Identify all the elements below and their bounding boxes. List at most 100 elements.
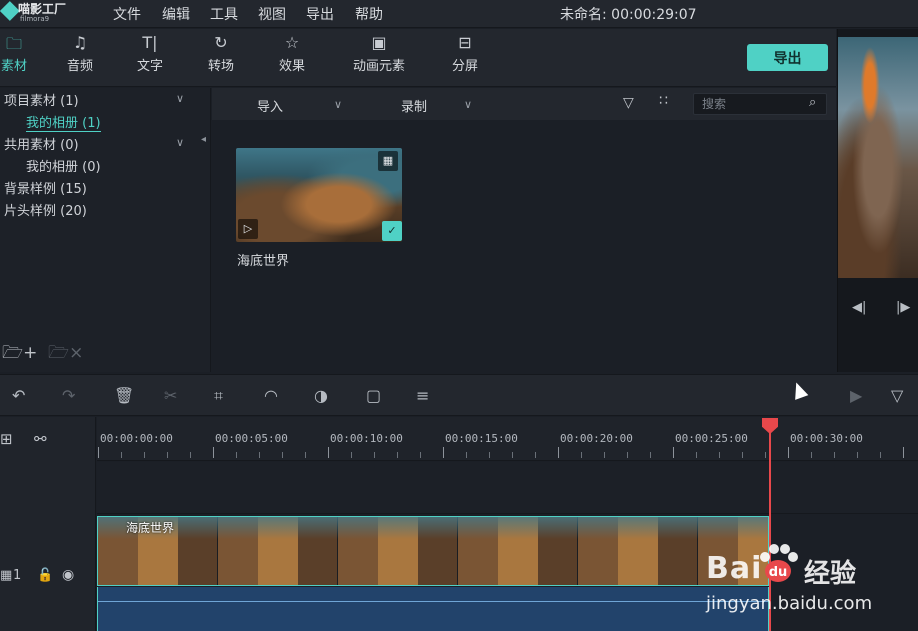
add-track-icon[interactable]: ⊞ bbox=[0, 430, 13, 448]
green-screen-icon[interactable]: ▢ bbox=[366, 386, 381, 405]
svg-text:du: du bbox=[769, 565, 788, 580]
ruler-tick bbox=[696, 452, 697, 458]
tab-audio[interactable]: ♫ 音频 bbox=[60, 33, 100, 74]
record-dropdown[interactable]: 录制 bbox=[401, 96, 427, 115]
ruler-tick bbox=[627, 452, 628, 458]
eye-icon[interactable]: ◉ bbox=[62, 567, 74, 583]
video-clip[interactable] bbox=[97, 516, 769, 586]
video-type-icon: ▷ bbox=[238, 219, 258, 239]
step-back-icon[interactable]: ◀| bbox=[852, 300, 866, 315]
edit-toolbar bbox=[0, 374, 918, 416]
media-clip-name: 海底世界 bbox=[237, 254, 290, 269]
adjust-icon[interactable]: ≡ bbox=[416, 386, 429, 405]
ruler-tick bbox=[282, 452, 283, 458]
ruler-tick bbox=[466, 452, 467, 458]
menu-help[interactable]: 帮助 bbox=[355, 4, 383, 24]
ruler-tick bbox=[305, 452, 306, 458]
link-icon[interactable]: ⚯ bbox=[34, 430, 47, 448]
chevron-down-icon[interactable]: ∨ bbox=[464, 98, 472, 111]
library-item-shared-album[interactable]: 我的相册 (0) bbox=[26, 156, 101, 175]
tab-transition[interactable]: ↻ 转场 bbox=[201, 33, 241, 74]
menu-export[interactable]: 导出 bbox=[306, 4, 334, 24]
collapse-panel-icon[interactable]: ◂ bbox=[201, 134, 206, 145]
ruler-tick bbox=[144, 452, 145, 458]
search-input[interactable] bbox=[693, 93, 827, 115]
ruler-tick bbox=[765, 452, 766, 458]
search-icon[interactable]: ⌕ bbox=[809, 95, 816, 110]
ruler-tick bbox=[489, 452, 490, 458]
timecode-25: 00:00:25:00 bbox=[675, 432, 748, 445]
checkmark-icon: ✓ bbox=[382, 221, 402, 241]
chevron-down-icon[interactable]: ∨ bbox=[176, 92, 184, 105]
timecode-5: 00:00:05:00 bbox=[215, 432, 288, 445]
delete-folder-icon[interactable]: 🗁× bbox=[48, 340, 83, 369]
tab-effects[interactable]: ☆ 效果 bbox=[272, 33, 312, 74]
library-item-my-album[interactable]: 我的相册 (1) bbox=[26, 112, 101, 132]
clip-frames bbox=[98, 517, 768, 539]
step-forward-icon[interactable]: |▶ bbox=[896, 300, 910, 315]
chevron-down-icon[interactable]: ∨ bbox=[334, 98, 342, 111]
grid-view-icon[interactable]: ∷ bbox=[659, 93, 668, 109]
paw-logo-icon: du bbox=[760, 544, 798, 582]
new-folder-icon[interactable]: 🗁+ bbox=[2, 340, 37, 369]
ruler-tick bbox=[903, 447, 904, 458]
app-logo: 喵影工厂 filmora9 bbox=[0, 0, 80, 28]
redo-icon[interactable]: ↷ bbox=[62, 386, 75, 405]
speed-icon[interactable]: ◠ bbox=[264, 386, 278, 405]
color-icon[interactable]: ◑ bbox=[314, 386, 328, 405]
effects-icon: ☆ bbox=[284, 33, 300, 52]
folder-icon: 🗀 bbox=[5, 34, 22, 53]
delete-icon[interactable]: 🗑 bbox=[114, 386, 134, 405]
library-item-shared-media[interactable]: 共用素材 (0) bbox=[4, 134, 79, 153]
import-dropdown[interactable]: 导入 bbox=[257, 96, 283, 115]
ruler-tick bbox=[857, 452, 858, 458]
library-item-project-media[interactable]: 项目素材 (1) bbox=[4, 90, 79, 109]
export-button[interactable]: 导出 bbox=[747, 44, 828, 71]
filter-icon[interactable]: ▽ bbox=[623, 95, 634, 111]
library-item-background-samples[interactable]: 背景样例 (15) bbox=[4, 178, 87, 197]
watermark-url: jingyan.baidu.com bbox=[706, 593, 873, 614]
ruler-tick bbox=[604, 452, 605, 458]
music-note-icon: ♫ bbox=[72, 33, 88, 52]
ruler-tick bbox=[328, 447, 329, 458]
tab-text-label: 文字 bbox=[136, 59, 163, 74]
tab-split-screen[interactable]: ⊟ 分屏 bbox=[445, 33, 485, 74]
menu-edit[interactable]: 编辑 bbox=[162, 4, 190, 24]
timecode-20: 00:00:20:00 bbox=[560, 432, 633, 445]
menu-view[interactable]: 视图 bbox=[258, 4, 286, 24]
cut-icon[interactable]: ✂ bbox=[164, 386, 177, 405]
ruler-tick bbox=[236, 452, 237, 458]
menu-file[interactable]: 文件 bbox=[113, 4, 141, 24]
ruler-tick bbox=[121, 452, 122, 458]
audio-waveform[interactable] bbox=[97, 587, 769, 631]
watermark-brand-suffix: 经验 bbox=[804, 559, 857, 589]
split-screen-icon: ⊟ bbox=[458, 33, 472, 52]
lock-icon[interactable]: 🔓 bbox=[37, 568, 53, 583]
project-title: 未命名: 00:00:29:07 bbox=[560, 7, 697, 23]
ruler-tick bbox=[535, 452, 536, 458]
tab-elements-label: 动画元素 bbox=[352, 59, 405, 74]
ruler-tick bbox=[443, 447, 444, 458]
tab-media[interactable]: 🗀 素材 bbox=[0, 33, 32, 74]
tab-elements[interactable]: ▣ 动画元素 bbox=[345, 33, 413, 74]
audio-level-line bbox=[98, 601, 768, 602]
crop-icon[interactable]: ⌗ bbox=[214, 386, 223, 406]
ruler-tick bbox=[351, 452, 352, 458]
ruler-tick bbox=[98, 447, 99, 458]
undo-icon[interactable]: ↶ bbox=[12, 386, 25, 405]
video-track-icon: ▦ bbox=[0, 568, 13, 583]
ruler-tick bbox=[374, 452, 375, 458]
track-header bbox=[0, 417, 96, 631]
watermark-brand: Bai bbox=[706, 551, 763, 586]
tab-text[interactable]: T| 文字 bbox=[130, 33, 170, 74]
render-preview-icon[interactable]: ▶ bbox=[850, 386, 862, 405]
preview-frame bbox=[838, 37, 918, 278]
chevron-down-icon[interactable]: ∨ bbox=[176, 136, 184, 149]
timecode-15: 00:00:15:00 bbox=[445, 432, 518, 445]
module-tabs: 🗀 素材 ♫ 音频 T| 文字 ↻ 转场 ☆ 效果 ▣ 动画元素 ⊟ 分屏 bbox=[0, 29, 836, 87]
ruler-tick bbox=[259, 452, 260, 458]
marker-icon[interactable]: ▽ bbox=[891, 386, 903, 405]
library-item-intro-samples[interactable]: 片头样例 (20) bbox=[4, 200, 87, 219]
menu-tools[interactable]: 工具 bbox=[210, 4, 238, 24]
title-bar: 喵影工厂 filmora9 文件 编辑 工具 视图 导出 帮助 未命名: 00:… bbox=[0, 0, 918, 28]
